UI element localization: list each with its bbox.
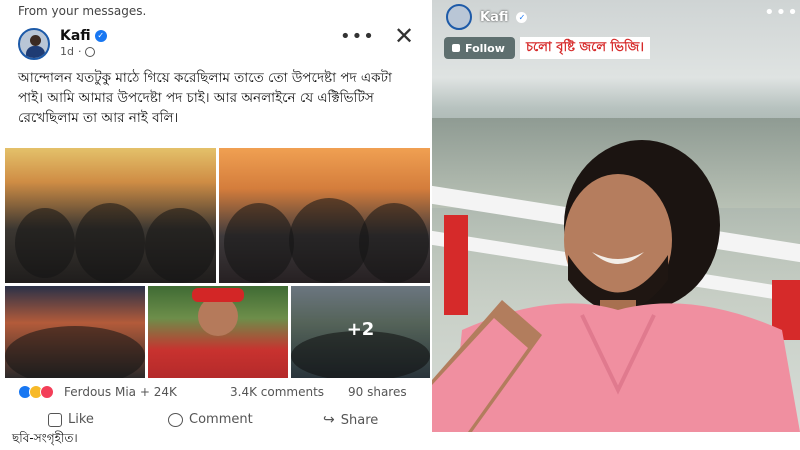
post-actions: Like Comment ↪ Share [18,412,418,432]
comments-count[interactable]: 3.4K comments [230,385,324,399]
post-context-label: From your messages. [18,4,147,18]
verified-badge-icon: ✓ [94,30,107,42]
comment-button[interactable]: Comment [168,412,253,427]
share-arrow-icon: ↪ [323,412,335,428]
person-photo [432,140,800,432]
reactors-summary[interactable]: Ferdous Mia + 24K [64,385,177,399]
author-name[interactable]: Kafi [60,28,91,44]
story-header: Kafi ✓ [446,4,528,30]
shares-count[interactable]: 90 shares [348,385,407,399]
more-options-icon[interactable]: ••• [764,2,799,23]
photo-1[interactable] [5,148,216,283]
post-time[interactable]: 1d [60,45,74,58]
post-text: আন্দোলন যতটুকু মাঠে গিয়ে করেছিলাম তাতে … [18,70,392,126]
verified-badge-icon: ✓ [516,11,528,23]
avatar[interactable] [18,28,50,60]
author-row: Kafi ✓ [60,28,107,44]
love-reaction-icon [40,385,54,399]
photo-3[interactable] [5,286,145,378]
photo-2[interactable] [219,148,430,283]
reactions-bar: Ferdous Mia + 24K 3.4K comments 90 share… [18,385,418,401]
reaction-icons[interactable] [18,385,54,399]
close-icon[interactable]: ✕ [394,22,414,50]
thumbs-up-icon [48,412,62,427]
photo-grid: +2 [5,148,430,378]
lock-icon [452,44,460,52]
like-button[interactable]: Like [48,412,94,427]
more-photos-count: +2 [346,319,375,340]
photo-4[interactable] [148,286,288,378]
facebook-post: From your messages. Kafi ✓ 1d · ••• ✕ আন… [0,0,432,435]
story-view: Kafi ✓ ••• Follow চলো বৃষ্টি জলে ভিজি। [432,0,800,432]
story-avatar[interactable] [446,4,472,30]
post-header: Kafi ✓ 1d · ••• ✕ [18,22,418,62]
post-meta: 1d · [60,45,96,58]
image-caption: ছবি-সংগৃহীত। [12,430,78,450]
photo-5[interactable]: +2 [291,286,430,378]
follow-button[interactable]: Follow [444,37,515,59]
more-options-icon[interactable]: ••• [340,26,375,47]
share-button[interactable]: ↪ Share [323,412,378,428]
globe-icon [85,46,96,57]
comment-bubble-icon [168,412,183,427]
story-text-sticker: চলো বৃষ্টি জলে ভিজি। [520,37,650,59]
story-author-name[interactable]: Kafi [480,10,508,25]
